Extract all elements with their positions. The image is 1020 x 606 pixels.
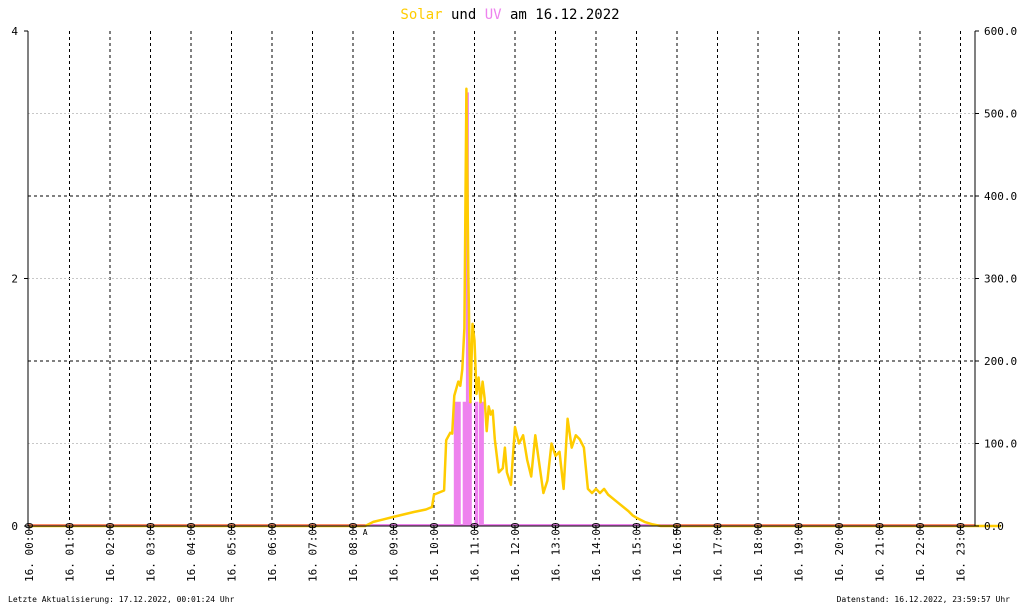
x-tick-label: 16. 11:00 (469, 522, 482, 582)
x-tick-label: 16. 18:00 (752, 522, 765, 582)
title-uv: UV (485, 7, 502, 23)
x-tick-label: 16. 19:00 (793, 522, 806, 582)
right-tick-label: 0.0 (984, 520, 1004, 533)
chart-title: Solar und UV am 16.12.2022 (400, 7, 619, 23)
x-tick-label: 16. 08:00 (347, 522, 360, 582)
right-tick-label: 400.0 (984, 190, 1017, 203)
right-tick-label: 500.0 (984, 108, 1017, 121)
right-tick-label: 600.0 (984, 25, 1017, 38)
chart-background (0, 0, 1020, 606)
footer-data-status: Datenstand: 16.12.2022, 23:59:57 Uhr (837, 595, 1011, 604)
x-tick-label: 16. 05:00 (226, 522, 239, 582)
x-tick-label: 16. 07:00 (307, 522, 320, 582)
right-tick-label: 100.0 (984, 438, 1017, 451)
footer-last-update: Letzte Aktualisierung: 17.12.2022, 00:01… (8, 595, 235, 604)
left-tick-label: 0 (11, 520, 18, 533)
x-tick-label: 16. 06:00 (266, 522, 279, 582)
x-tick-label: 16. 02:00 (104, 522, 117, 582)
x-tick-label: 16. 22:00 (914, 522, 927, 582)
x-tick-label: 16. 09:00 (388, 522, 401, 582)
title-und: und (443, 7, 485, 23)
solar-uv-chart: 0 2 4 0.0 100.0 200.0 300.0 400.0 500.0 600.0 16. … (0, 0, 1020, 606)
x-tick-label: 16. 04:00 (185, 522, 198, 582)
left-tick-label: 4 (11, 25, 18, 38)
marker-label-a: A (363, 528, 368, 537)
x-tick-label: 16. 23:00 (955, 522, 968, 582)
x-tick-label: 16. 13:00 (550, 522, 563, 582)
x-tick-label: 16. 10:00 (428, 522, 441, 582)
x-tick-label: 16. 12:00 (509, 522, 522, 582)
title-solar: Solar (400, 7, 442, 23)
right-tick-label: 200.0 (984, 355, 1017, 368)
x-tick-label: 16. 17:00 (712, 522, 725, 582)
x-tick-label: 16. 14:00 (590, 522, 603, 582)
left-tick-label: 2 (11, 273, 18, 286)
marker-label-u: U (673, 528, 678, 537)
x-tick-label: 16. 03:00 (145, 522, 158, 582)
x-tick-label: 16. 20:00 (833, 522, 846, 582)
x-tick-label: 16. 00:00 (23, 522, 36, 582)
x-tick-label: 16. 15:00 (631, 522, 644, 582)
title-date: am 16.12.2022 (502, 7, 620, 23)
x-tick-label: 16. 21:00 (874, 522, 887, 582)
right-tick-label: 300.0 (984, 273, 1017, 286)
x-tick-label: 16. 01:00 (64, 522, 77, 582)
